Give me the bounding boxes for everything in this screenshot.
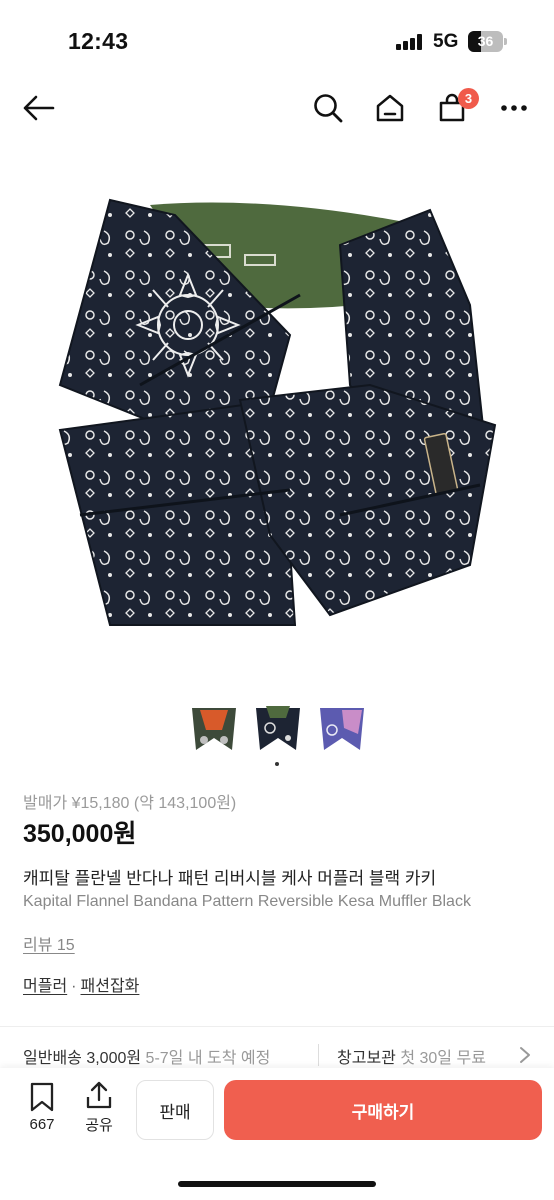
search-icon xyxy=(314,94,343,123)
delivery-divider xyxy=(318,1044,319,1066)
category-separator: · xyxy=(71,978,77,995)
divider xyxy=(0,1026,554,1027)
status-time: 12:43 xyxy=(68,28,129,54)
top-nav: 3 xyxy=(0,80,554,136)
reviews-link[interactable]: 리뷰 15 xyxy=(23,931,75,955)
bookmark-count: 667 xyxy=(29,1116,55,1133)
back-arrow-icon xyxy=(23,95,55,121)
share-label: 공유 xyxy=(85,1117,113,1134)
search-button[interactable] xyxy=(310,90,346,126)
share-button[interactable]: 공유 xyxy=(78,1080,120,1150)
gallery-page-indicator xyxy=(275,762,279,766)
shipping-fee: 일반배송 3,000원 xyxy=(23,1050,142,1067)
product-title-korean: 캐피탈 플란넬 반다나 패턴 리버시블 케사 머플러 블랙 카키 xyxy=(23,869,437,888)
product-image[interactable] xyxy=(40,185,514,635)
home-indicator xyxy=(178,1181,376,1187)
thumbnail-orange[interactable] xyxy=(188,700,240,756)
price: 350,000원 xyxy=(23,820,137,848)
network-type: 5G xyxy=(433,31,459,52)
original-price: 발매가 ¥15,180 (약 143,100원) xyxy=(23,795,237,812)
home-icon xyxy=(376,94,404,122)
thumbnail-strip xyxy=(0,700,554,756)
category-link-muffler[interactable]: 머플러 xyxy=(23,978,67,995)
storage-label: 창고보관 xyxy=(337,1050,396,1067)
category-link-fashion-accessories[interactable]: 패션잡화 xyxy=(81,978,140,995)
chevron-right-icon[interactable] xyxy=(518,1046,532,1064)
storage-note: 첫 30일 무료 xyxy=(400,1050,486,1067)
category-breadcrumb: 머플러 · 패션잡화 xyxy=(23,972,139,996)
share-icon xyxy=(86,1081,112,1109)
storage-info[interactable]: 창고보관 첫 30일 무료 xyxy=(337,1044,486,1068)
shipping-eta: 5-7일 내 도착 예정 xyxy=(145,1050,271,1067)
thumbnail-purple[interactable] xyxy=(316,700,368,756)
back-button[interactable] xyxy=(20,90,56,126)
buy-button[interactable]: 구매하기 xyxy=(224,1080,542,1140)
bookmark-icon xyxy=(30,1082,54,1112)
battery-icon: 36 xyxy=(468,31,508,53)
product-title-english: Kapital Flannel Bandana Pattern Reversib… xyxy=(23,893,471,910)
shipping-info: 일반배송 3,000원 5-7일 내 도착 예정 xyxy=(23,1044,270,1068)
status-bar: 12:43 5G 36 xyxy=(0,0,554,80)
sell-button[interactable]: 판매 xyxy=(136,1080,214,1140)
battery-percent: 36 xyxy=(477,33,494,49)
more-button[interactable] xyxy=(496,90,532,126)
cart-count-badge: 3 xyxy=(458,88,479,109)
home-button[interactable] xyxy=(372,90,408,126)
signal-icon xyxy=(396,34,422,50)
more-icon xyxy=(501,105,527,111)
bookmark-button[interactable]: 667 xyxy=(22,1082,62,1152)
thumbnail-navy[interactable] xyxy=(252,700,304,756)
